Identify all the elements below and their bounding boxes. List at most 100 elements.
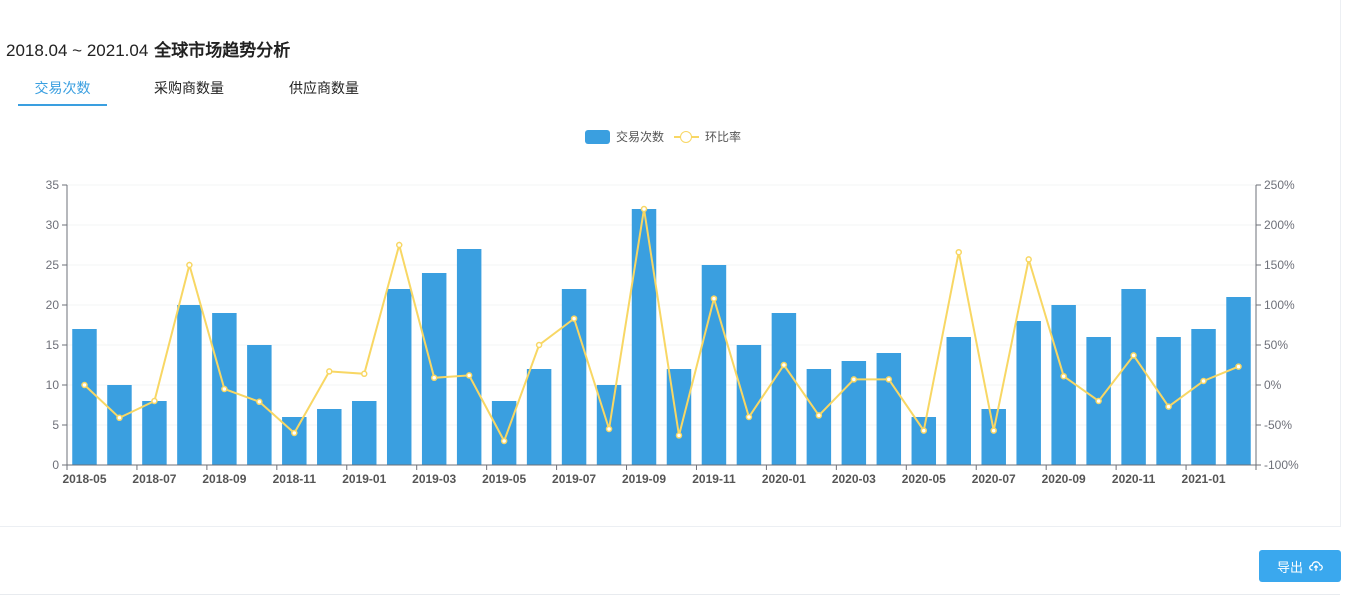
ratio-point <box>1095 397 1102 405</box>
legend-item-transactions[interactable]: 交易次数 <box>585 128 664 145</box>
tab-suppliers[interactable]: 供应商数量 <box>280 72 368 104</box>
export-button[interactable]: 导出 <box>1259 550 1341 582</box>
bar <box>317 409 342 465</box>
x-tick-label: 2018-09 <box>202 472 246 486</box>
bar <box>1226 297 1251 465</box>
ratio-point <box>1060 372 1067 380</box>
bar <box>876 353 902 465</box>
bar <box>421 273 447 465</box>
legend-label-ratio: 环比率 <box>705 130 742 144</box>
bar <box>456 249 482 465</box>
ratio-point <box>885 376 893 383</box>
bar <box>911 417 937 465</box>
ratio-point <box>710 295 718 302</box>
page-title: 2018.04 ~ 2021.04 全球市场趋势分析 <box>6 36 290 61</box>
y-left-tick-label: 20 <box>46 298 60 312</box>
ratio-point <box>395 241 403 249</box>
divider <box>0 594 1340 595</box>
x-tick-label: 2018-05 <box>62 472 106 486</box>
chart-panel: 2018.04 ~ 2021.04 全球市场趋势分析 交易次数 采购商数量 供应商… <box>0 0 1341 527</box>
tab-buyers[interactable]: 采购商数量 <box>144 72 234 104</box>
bar <box>981 409 1006 465</box>
ratio-point <box>780 361 788 369</box>
ratio-point <box>291 429 298 437</box>
metric-tabs: 交易次数 采购商数量 供应商数量 <box>18 72 418 106</box>
title-text: 全球市场趋势分析 <box>154 41 291 60</box>
y-left-tick-label: 25 <box>46 258 60 272</box>
ratio-point <box>920 427 928 434</box>
ratio-point <box>850 376 858 383</box>
y-right-tick-label: 200% <box>1264 218 1295 232</box>
x-tick-label: 2020-09 <box>1042 472 1086 486</box>
x-tick-label: 2019-07 <box>552 472 596 486</box>
legend-item-ratio[interactable]: 环比率 <box>674 128 741 145</box>
bar <box>142 401 167 465</box>
ratio-point <box>500 437 508 445</box>
ratio-point <box>465 372 473 379</box>
x-tick-label: 2019-11 <box>692 472 736 486</box>
ratio-point <box>1200 377 1207 385</box>
bar <box>526 369 552 465</box>
y-left-tick-label: 35 <box>46 178 60 192</box>
combo-chart: 0 5 10 15 20 25 30 35 -100% -50% 0% 50% 100% 150% 200%… <box>46 178 1299 486</box>
x-tick-label: 2019-01 <box>342 472 386 486</box>
bar <box>631 209 657 465</box>
ratio-point <box>640 205 648 213</box>
y-left-tick-label: 10 <box>46 378 60 392</box>
ratio-point <box>675 432 683 439</box>
y-right-tick-label: -50% <box>1264 418 1292 432</box>
tab-transactions[interactable]: 交易次数 <box>18 72 107 106</box>
line-swatch-icon <box>674 130 699 144</box>
x-tick-label: 2020-11 <box>1112 472 1156 486</box>
ratio-point <box>256 398 263 406</box>
ratio-point <box>570 315 578 322</box>
ratio-point <box>1165 403 1172 410</box>
bar <box>1016 321 1041 465</box>
x-tick-label: 2018-07 <box>132 472 176 486</box>
x-tick-label: 2019-05 <box>482 472 526 486</box>
ratio-point <box>116 414 123 422</box>
y-right-tick-label: -100% <box>1264 458 1299 472</box>
bar <box>386 289 412 465</box>
x-tick-label: 2019-03 <box>412 472 456 486</box>
ratio-point <box>1130 352 1137 359</box>
y-right-tick-label: 0% <box>1264 378 1282 392</box>
bar <box>352 401 377 465</box>
x-tick-label: 2018-11 <box>273 472 317 486</box>
x-tick-label: 2019-09 <box>622 472 666 486</box>
ratio-point <box>361 370 368 378</box>
ratio-point <box>1235 363 1242 370</box>
ratio-point <box>815 412 823 419</box>
ratio-point <box>535 341 543 349</box>
x-tick-label: 2020-07 <box>972 472 1016 486</box>
ratio-point <box>955 248 962 256</box>
ratio-point <box>745 413 753 421</box>
bar <box>701 265 727 465</box>
ratio-point <box>151 397 158 405</box>
y-left-tick-label: 15 <box>46 338 60 352</box>
ratio-point <box>605 425 613 433</box>
ratio-point <box>186 261 193 269</box>
ratio-point <box>990 427 997 434</box>
bar <box>946 337 971 465</box>
y-left-tick-label: 30 <box>46 218 60 232</box>
bar <box>1121 289 1146 465</box>
y-right-tick-label: 150% <box>1264 258 1295 272</box>
ratio-point <box>81 381 88 389</box>
bar <box>1051 305 1076 465</box>
cloud-upload-icon <box>1309 560 1323 572</box>
ratio-point <box>1025 256 1032 263</box>
x-tick-label: 2020-05 <box>902 472 946 486</box>
bar <box>72 329 97 465</box>
ratio-point <box>326 368 333 375</box>
y-right-tick-label: 250% <box>1264 178 1295 192</box>
ratio-point <box>430 374 438 382</box>
bar <box>177 305 202 465</box>
y-left-tick-label: 0 <box>52 458 59 472</box>
x-tick-label: 2020-03 <box>832 472 876 486</box>
bar <box>1191 329 1216 465</box>
y-left-tick-label: 5 <box>52 418 59 432</box>
bar <box>107 385 132 465</box>
legend-label-transactions: 交易次数 <box>616 130 665 144</box>
x-tick-label: 2021-01 <box>1182 472 1226 486</box>
